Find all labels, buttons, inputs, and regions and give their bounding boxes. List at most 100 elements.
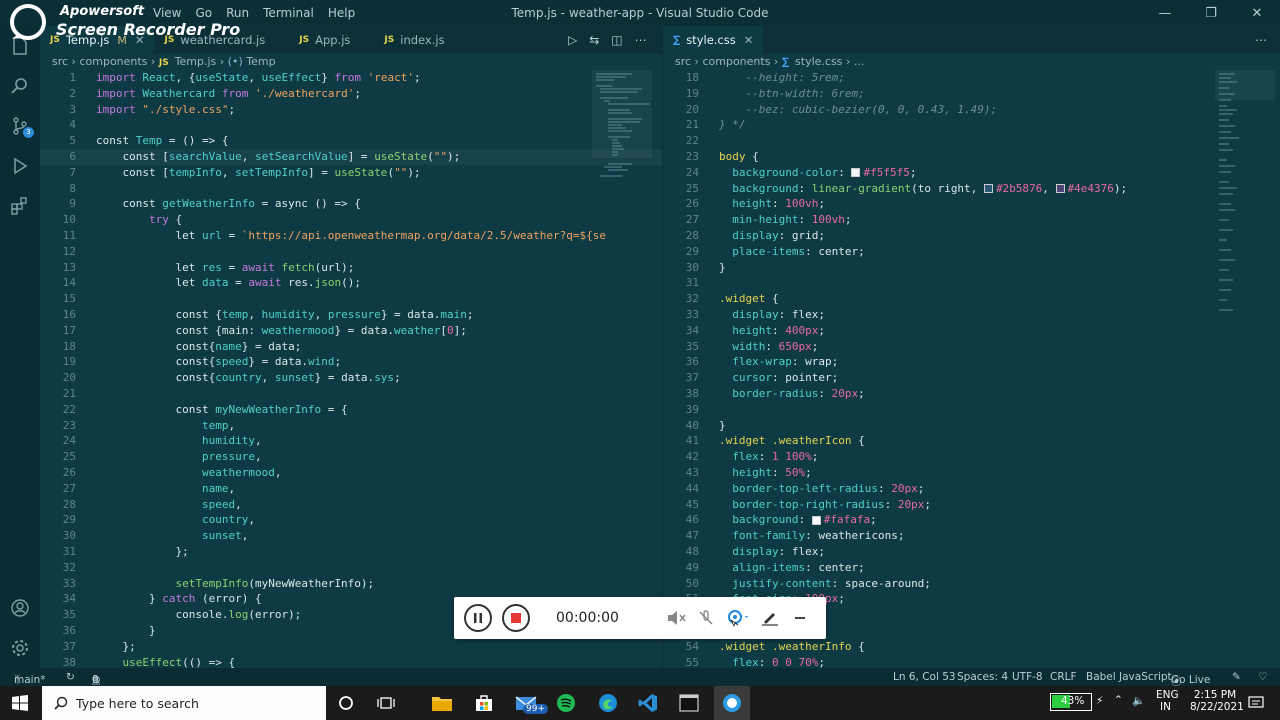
source-control-icon[interactable]: 3: [6, 112, 34, 140]
battery-indicator[interactable]: 43%: [1050, 693, 1092, 711]
minimize-button[interactable]: —: [1142, 0, 1188, 26]
code-line[interactable]: 33 setTempInfo(myNewWeatherInfo);: [40, 576, 662, 592]
code-line[interactable]: 21} */: [663, 117, 1280, 133]
minimap-left[interactable]: [592, 70, 652, 200]
webcam-icon[interactable]: [726, 608, 752, 628]
code-line[interactable]: 26 height: 100vh;: [663, 196, 1280, 212]
code-line[interactable]: 20 const{country, sunset} = data.sys;: [40, 370, 662, 386]
breadcrumb-symbol[interactable]: ...: [854, 55, 865, 68]
close-window-button[interactable]: ✕: [1234, 0, 1280, 26]
code-line[interactable]: 19 const{speed} = data.wind;: [40, 354, 662, 370]
code-line[interactable]: 8: [40, 181, 662, 197]
volume-icon[interactable]: 🔈: [1132, 694, 1148, 710]
code-line[interactable]: 12: [40, 244, 662, 260]
code-line[interactable]: 55 flex: 0 0 70%;: [663, 655, 1280, 668]
code-line[interactable]: 36 flex-wrap: wrap;: [663, 354, 1280, 370]
stop-button[interactable]: [502, 604, 530, 632]
compare-changes-icon[interactable]: ⇆: [589, 33, 599, 47]
code-line[interactable]: 13 let res = await fetch(url);: [40, 260, 662, 276]
code-line[interactable]: 42 flex: 1 100%;: [663, 449, 1280, 465]
code-line[interactable]: 37 };: [40, 639, 662, 655]
notification-center-icon[interactable]: [1244, 691, 1268, 715]
feedback-icon[interactable]: ✎: [1232, 671, 1241, 683]
code-line[interactable]: 44 border-top-left-radius: 20px;: [663, 481, 1280, 497]
code-line[interactable]: 29 country,: [40, 512, 662, 528]
code-line[interactable]: 22: [663, 133, 1280, 149]
terminal-icon[interactable]: [677, 691, 701, 715]
code-line[interactable]: 5 const Temp = () => {: [40, 133, 662, 149]
code-line[interactable]: 46 background: #fafafa;: [663, 512, 1280, 528]
code-line[interactable]: 34 height: 400px;: [663, 323, 1280, 339]
breadcrumb-symbol[interactable]: Temp: [246, 55, 275, 68]
line-ending[interactable]: CRLF: [1050, 671, 1077, 683]
code-line[interactable]: 2 import Weathercard from './weathercard'…: [40, 86, 662, 102]
code-line[interactable]: 19 --btn-width: 6rem;: [663, 86, 1280, 102]
language-mode[interactable]: Babel JavaScript: [1086, 671, 1172, 683]
color-swatch[interactable]: [1055, 184, 1065, 194]
spotify-icon[interactable]: [554, 691, 578, 715]
breadcrumb-components[interactable]: components: [702, 55, 770, 68]
code-line[interactable]: 7 const [tempInfo, setTempInfo] = useSta…: [40, 165, 662, 181]
code-line[interactable]: 4: [40, 117, 662, 133]
run-icon[interactable]: ▷: [568, 33, 577, 47]
code-line[interactable]: 54 .widget .weatherInfo {: [663, 639, 1280, 655]
code-line[interactable]: 20 --bez: cubic-bezier(0, 0, 0.43, 1.49)…: [663, 102, 1280, 118]
pause-button[interactable]: [464, 604, 492, 632]
cursor-position[interactable]: Ln 6, Col 53: [893, 671, 956, 683]
breadcrumb-src[interactable]: src: [675, 55, 691, 68]
tab-app-js[interactable]: JS App.js: [289, 26, 374, 54]
code-line[interactable]: 23 body {: [663, 149, 1280, 165]
code-line[interactable]: 29 place-items: center;: [663, 244, 1280, 260]
code-line[interactable]: 28 display: grid;: [663, 228, 1280, 244]
code-line[interactable]: 39: [663, 402, 1280, 418]
task-view-icon[interactable]: [374, 691, 398, 715]
encoding[interactable]: UTF-8: [1012, 671, 1043, 683]
code-line[interactable]: 18 --height: 5rem;: [663, 70, 1280, 86]
vscode-icon[interactable]: [636, 691, 660, 715]
mute-icon[interactable]: [666, 608, 686, 628]
code-line[interactable]: 47 font-family: weathericons;: [663, 528, 1280, 544]
more-actions-icon[interactable]: ⋯: [635, 33, 647, 47]
code-line[interactable]: 33 display: flex;: [663, 307, 1280, 323]
code-line[interactable]: 40}: [663, 418, 1280, 434]
code-line[interactable]: 41 .widget .weatherIcon {: [663, 433, 1280, 449]
code-line[interactable]: 21: [40, 386, 662, 402]
code-line[interactable]: 26 weathermood,: [40, 465, 662, 481]
breadcrumb-src[interactable]: src: [52, 55, 68, 68]
code-line[interactable]: 6 const [searchValue, setSearchValue] = …: [40, 149, 662, 165]
code-line[interactable]: 43 height: 50%;: [663, 465, 1280, 481]
input-language[interactable]: ENG IN: [1156, 689, 1179, 713]
code-editor-left[interactable]: 1 import React, {useState, useEffect} fro…: [40, 70, 662, 668]
code-line[interactable]: 49 align-items: center;: [663, 560, 1280, 576]
code-line[interactable]: 27 name,: [40, 481, 662, 497]
code-line[interactable]: 32: [40, 560, 662, 576]
apowersoft-taskbar-icon[interactable]: [714, 686, 750, 720]
indentation[interactable]: Spaces: 4: [957, 671, 1008, 683]
clock[interactable]: 2:15 PM 8/22/2021: [1190, 689, 1244, 713]
code-line[interactable]: 14 let data = await res.json();: [40, 275, 662, 291]
show-hidden-icons[interactable]: ⌃: [1114, 694, 1123, 706]
account-icon[interactable]: [6, 594, 34, 622]
code-editor-right[interactable]: 18 --height: 5rem; 19 --btn-width: 6rem; 2…: [663, 70, 1280, 668]
power-plug-icon[interactable]: ⚡: [1096, 695, 1103, 707]
color-swatch[interactable]: [811, 515, 821, 525]
code-line[interactable]: 16 const {temp, humidity, pressure} = da…: [40, 307, 662, 323]
minimap-right[interactable]: [1215, 70, 1275, 330]
code-line[interactable]: 45 border-top-right-radius: 20px;: [663, 497, 1280, 513]
code-line[interactable]: 25 pressure,: [40, 449, 662, 465]
color-swatch[interactable]: [983, 184, 993, 194]
sync-icon[interactable]: ↻: [66, 671, 75, 683]
run-debug-icon[interactable]: [6, 152, 34, 180]
code-line[interactable]: 50 justify-content: space-around;: [663, 576, 1280, 592]
code-line[interactable]: 30}: [663, 260, 1280, 276]
code-line[interactable]: 38 border-radius: 20px;: [663, 386, 1280, 402]
manage-gear-icon[interactable]: [6, 634, 34, 662]
split-editor-icon[interactable]: ◫: [611, 33, 622, 47]
breadcrumb-file[interactable]: Temp.js: [175, 55, 217, 68]
code-line[interactable]: 24 humidity,: [40, 433, 662, 449]
code-line[interactable]: 31 };: [40, 544, 662, 560]
code-line[interactable]: 27 min-height: 100vh;: [663, 212, 1280, 228]
code-line[interactable]: 9 const getWeatherInfo = async () => {: [40, 196, 662, 212]
code-line[interactable]: 1 import React, {useState, useEffect} fro…: [40, 70, 662, 86]
notifications-icon[interactable]: ♡: [1258, 671, 1267, 683]
